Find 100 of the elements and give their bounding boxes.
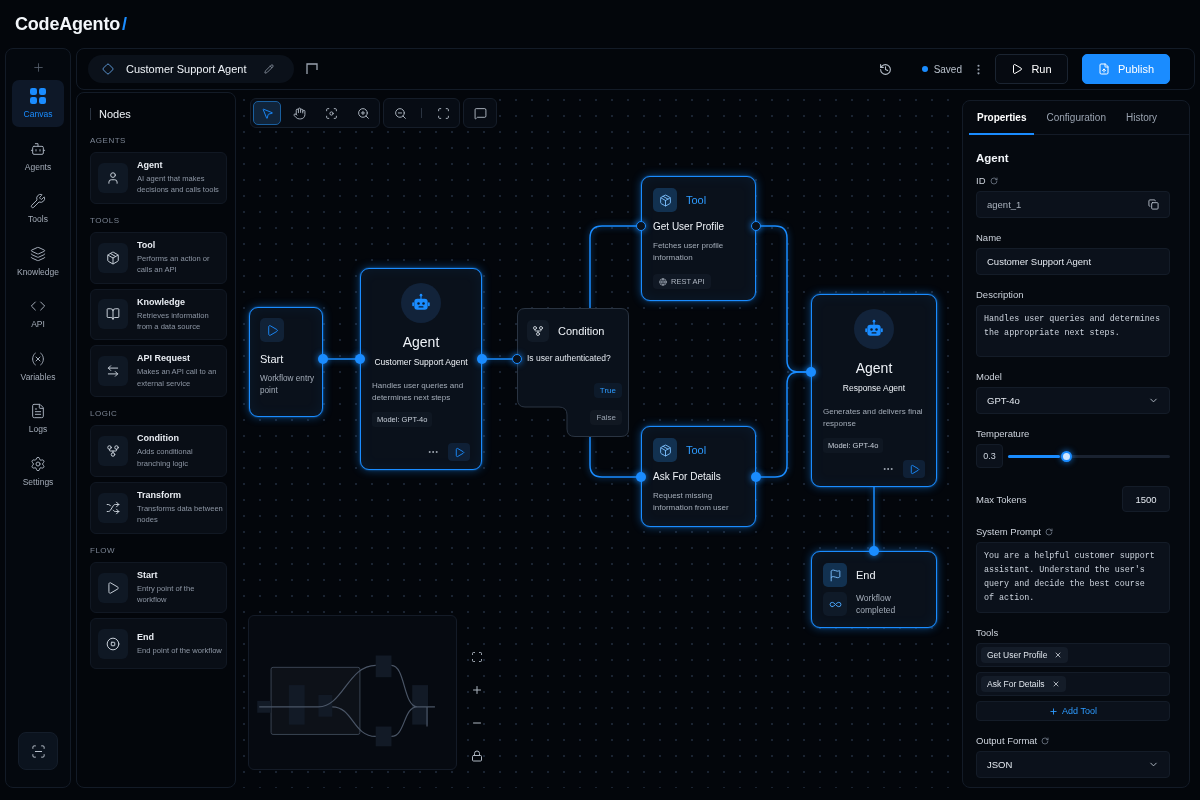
condition-node[interactable]: Condition Is user authenticated? True False xyxy=(517,308,629,437)
layers-icon xyxy=(30,245,46,262)
field-label: Model xyxy=(976,371,1002,382)
toolbar-button[interactable] xyxy=(253,101,281,125)
robot-icon xyxy=(401,283,441,323)
nav-item[interactable]: Agents xyxy=(12,132,64,180)
node-description: Request missing information from user xyxy=(653,490,730,514)
connection-handle[interactable] xyxy=(636,221,646,231)
connection-handle[interactable] xyxy=(806,367,816,377)
run-node-button[interactable] xyxy=(903,460,925,478)
connection-handle[interactable] xyxy=(477,354,487,364)
tool-chip[interactable]: Ask For Details xyxy=(981,676,1066,692)
connection-handle[interactable] xyxy=(751,472,761,482)
nav-item[interactable]: Canvas xyxy=(12,80,64,127)
connection-handle[interactable] xyxy=(869,546,879,556)
node-description: Handles user queries and determines next steps xyxy=(372,380,465,404)
nav-item[interactable]: Knowledge xyxy=(12,237,64,285)
node-category: Tool xyxy=(686,444,707,456)
nav-item[interactable]: Tools xyxy=(12,185,64,232)
node-title: Agent xyxy=(402,334,440,350)
play-icon xyxy=(1011,63,1024,75)
flag-icon xyxy=(823,563,847,587)
nav-item[interactable]: Variables xyxy=(12,342,64,390)
end-node[interactable]: End Workflow completed xyxy=(811,551,937,628)
field-label: ID xyxy=(976,175,986,186)
panel-heading: Agent xyxy=(976,152,1010,164)
nav-item[interactable]: Logs xyxy=(12,395,64,442)
pointer-icon xyxy=(260,106,274,120)
nav-item[interactable]: API xyxy=(12,290,64,337)
connection-handle[interactable] xyxy=(355,354,365,364)
branch-label[interactable]: False xyxy=(590,410,622,426)
run-node-button[interactable] xyxy=(448,443,470,461)
node-category: Tool xyxy=(686,194,707,206)
edit-icon[interactable] xyxy=(264,64,275,74)
add-tool-button[interactable]: Add Tool xyxy=(976,701,1170,721)
nav-item[interactable]: Settings xyxy=(12,447,64,495)
connection-handle[interactable] xyxy=(751,221,761,231)
play-icon xyxy=(453,446,465,458)
globe-icon xyxy=(659,277,667,286)
item-title: End xyxy=(137,631,155,642)
slider-thumb[interactable] xyxy=(1060,450,1072,462)
condition-question: Is user authenticated? xyxy=(527,352,612,365)
document-icon xyxy=(30,403,46,419)
section-heading: LOGIC xyxy=(90,409,119,419)
fit-icon xyxy=(436,106,450,120)
tool-chip[interactable]: Get User Profile xyxy=(981,647,1069,663)
settings-icon xyxy=(30,455,46,472)
zoom-out-icon xyxy=(393,106,407,120)
connection-handle[interactable] xyxy=(636,472,646,482)
branch-label[interactable]: True xyxy=(593,383,622,399)
node-description: Workflow completed xyxy=(856,592,897,617)
value-field[interactable]: 0.3 xyxy=(976,444,1003,468)
grid-icon xyxy=(30,88,46,104)
node-title: Start xyxy=(260,353,285,365)
history-icon[interactable] xyxy=(878,62,892,76)
comment-icon xyxy=(473,106,487,120)
item-title: Start xyxy=(137,569,159,580)
arrows-icon xyxy=(98,356,128,387)
workflow-title: Customer Support Agent xyxy=(126,63,247,75)
field-label: Name xyxy=(976,232,1002,243)
play-icon xyxy=(260,318,284,342)
node-name: Response Agent xyxy=(842,383,906,393)
scan-button[interactable] xyxy=(18,732,58,770)
fork-icon xyxy=(527,320,549,342)
field-label: Output Format xyxy=(976,735,1038,746)
select-field[interactable]: JSON xyxy=(976,751,1170,778)
run-button[interactable]: Run xyxy=(995,54,1068,84)
id-field[interactable]: agent_1 xyxy=(976,191,1170,218)
play-icon xyxy=(908,463,920,475)
book-icon xyxy=(98,299,128,330)
tool-node[interactable]: Tool Ask For Details Request missing information from user xyxy=(641,426,756,527)
close-icon[interactable] xyxy=(1051,680,1060,688)
box-icon xyxy=(653,438,677,462)
select-field[interactable]: GPT-4o xyxy=(976,387,1170,414)
panel-tab[interactable]: Configuration xyxy=(1038,101,1114,135)
node-title: Get User Profile xyxy=(653,221,726,232)
item-title: Condition xyxy=(137,433,180,444)
text-field[interactable]: Customer Support Agent xyxy=(976,248,1170,275)
panel-tab[interactable]: Properties xyxy=(969,101,1035,135)
box-icon xyxy=(653,188,677,212)
item-title: Tool xyxy=(137,239,157,250)
variable-icon xyxy=(30,350,46,367)
section-heading: AGENTS xyxy=(90,136,127,145)
infinity-icon xyxy=(823,592,847,617)
close-icon[interactable] xyxy=(1054,651,1063,659)
connection-handle[interactable] xyxy=(512,354,522,364)
number-field[interactable]: 1500 xyxy=(1122,486,1170,512)
start-node[interactable]: Start Workflow entry point xyxy=(249,307,323,417)
field-label: Max Tokens xyxy=(976,493,1027,505)
field-label: Temperature xyxy=(976,428,1030,439)
box-icon xyxy=(98,242,128,273)
text-area[interactable]: Handles user queries and determines the appropriate next steps. xyxy=(976,305,1170,357)
robot-icon xyxy=(854,309,894,349)
text-area[interactable]: You are a helpful customer support assistant. Understand the user's query and decide the best course of action. xyxy=(976,542,1170,613)
copy-icon[interactable] xyxy=(1148,199,1159,210)
panel-tab[interactable]: History xyxy=(1117,101,1166,135)
code-icon xyxy=(30,298,46,314)
field-label: Description xyxy=(976,289,1024,300)
frame-icon[interactable] xyxy=(306,63,319,75)
connection-handle[interactable] xyxy=(318,354,328,364)
